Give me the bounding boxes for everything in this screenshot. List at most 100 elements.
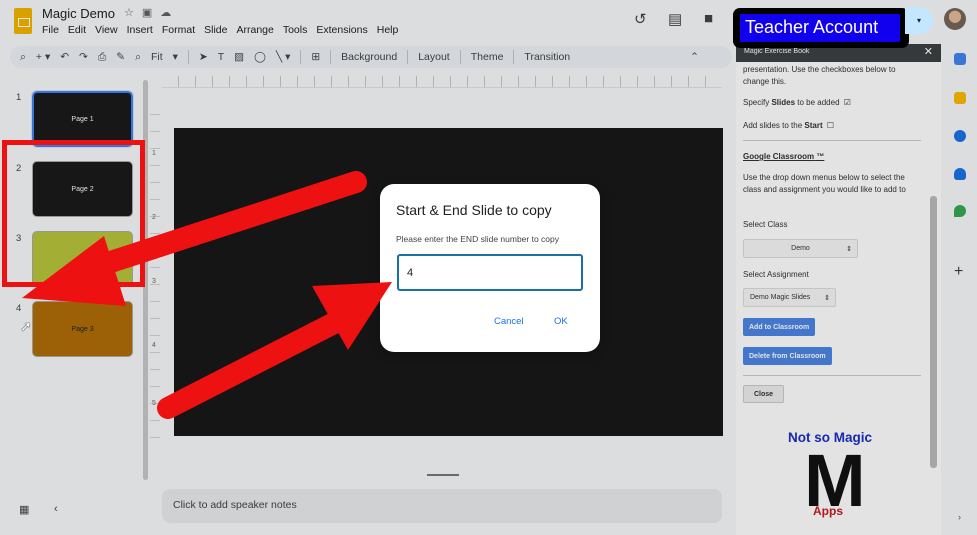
menu-arrange[interactable]: Arrange	[236, 24, 273, 36]
menu-bar: File Edit View Insert Format Slide Arran…	[42, 24, 398, 36]
add-to-classroom-button[interactable]: Add to Classroom	[743, 318, 816, 336]
add-start-row: Add slides to the Start ☐	[743, 120, 834, 132]
video-call-icon[interactable]: ■	[704, 10, 713, 27]
transition-button[interactable]: Transition	[524, 51, 570, 63]
select-class-label: Select Class	[743, 220, 788, 229]
speaker-notes[interactable]: Click to add speaker notes	[162, 489, 722, 523]
new-slide-icon[interactable]: + ▾	[36, 51, 50, 63]
divider	[513, 50, 515, 64]
menu-insert[interactable]: Insert	[127, 24, 153, 36]
ruler-mark: 3	[152, 278, 156, 285]
ruler-mark: 1	[152, 150, 156, 157]
add-addon-icon[interactable]: +	[954, 263, 963, 281]
teacher-account-label: Teacher Account	[740, 14, 900, 42]
specify-suffix: to be added	[795, 98, 840, 107]
history-icon[interactable]: ↺	[634, 10, 647, 28]
close-button[interactable]: Close	[743, 385, 785, 403]
trademark: ™	[814, 152, 825, 161]
close-icon[interactable]: ✕	[924, 45, 933, 58]
collapse-toolbar-icon[interactable]: ⌃	[690, 51, 699, 63]
star-icon[interactable]: ☆	[124, 7, 142, 19]
vertical-ruler	[150, 98, 160, 438]
collapse-panel-icon[interactable]: ‹	[54, 503, 58, 515]
menu-slide[interactable]: Slide	[204, 24, 227, 36]
image-icon[interactable]: ▨	[234, 51, 244, 63]
slides-logo-icon[interactable]	[14, 8, 32, 34]
slide-thumbnail-4[interactable]: Page 3	[32, 301, 133, 357]
dialog-prompt: Please enter the END slide number to cop…	[396, 234, 560, 244]
line-icon[interactable]: ╲ ▾	[276, 51, 291, 63]
divider	[330, 50, 332, 64]
thumbnail-label: Page 3	[71, 325, 94, 333]
select-assignment-dropdown[interactable]: Demo Magic Slides ⇕	[743, 288, 836, 307]
delete-from-classroom-button[interactable]: Delete from Classroom	[743, 347, 832, 365]
select-class-dropdown[interactable]: Demo ⇕	[743, 239, 858, 258]
keep-icon[interactable]	[954, 92, 966, 104]
comment-icon[interactable]: ▤	[668, 10, 682, 28]
tasks-icon[interactable]	[954, 130, 966, 142]
end-slide-input[interactable]	[397, 254, 583, 291]
add-comment-icon[interactable]: ⊞	[311, 51, 320, 63]
zoom-select[interactable]: Fit	[151, 51, 163, 63]
ok-button[interactable]: OK	[554, 316, 568, 327]
ruler-mark: 5	[152, 400, 156, 407]
menu-file[interactable]: File	[42, 24, 59, 36]
classroom-heading: Google Classroom ™	[743, 151, 824, 163]
textbox-icon[interactable]: T	[218, 51, 224, 63]
divider	[743, 375, 921, 376]
layout-button[interactable]: Layout	[418, 51, 450, 63]
expand-rail-icon[interactable]: ›	[958, 512, 961, 522]
toolbar: ⌕ + ▾ ↶ ↷ ⎙ ✎ ⌕ Fit ▾ ➤ T ▨ ◯ ╲ ▾ ⊞ Back…	[10, 46, 732, 68]
updown-icon: ⇕	[824, 294, 830, 302]
paint-format-icon[interactable]: ✎	[116, 51, 125, 63]
undo-icon[interactable]: ↶	[60, 51, 69, 63]
sidebar-title: Magic Exercise Book	[744, 48, 810, 55]
contacts-icon[interactable]	[954, 168, 966, 180]
calendar-icon[interactable]	[954, 53, 966, 65]
divider	[407, 50, 409, 64]
slide-number: 1	[16, 92, 22, 103]
avatar[interactable]	[944, 8, 966, 30]
brand-logo-bottom: Apps	[813, 504, 843, 518]
redo-icon[interactable]: ↷	[79, 51, 88, 63]
zoom-dropdown-icon[interactable]: ▾	[173, 51, 178, 63]
classroom-heading-text: Google Classroom	[743, 152, 815, 161]
search-menus-icon[interactable]: ⌕	[20, 51, 26, 64]
menu-view[interactable]: View	[95, 24, 118, 36]
cancel-button[interactable]: Cancel	[494, 316, 524, 327]
maps-icon[interactable]	[954, 205, 966, 217]
share-dropdown-icon[interactable]: ▾	[905, 7, 933, 34]
divider	[743, 140, 921, 141]
menu-edit[interactable]: Edit	[68, 24, 86, 36]
background-button[interactable]: Background	[341, 51, 397, 63]
menu-format[interactable]: Format	[162, 24, 195, 36]
theme-button[interactable]: Theme	[471, 51, 504, 63]
folder-icon[interactable]: ▣	[142, 7, 160, 19]
select-arrow-icon[interactable]: ➤	[199, 51, 208, 63]
ruler-mark: 4	[152, 342, 156, 349]
print-icon[interactable]: ⎙	[98, 51, 106, 64]
classroom-description: Use the drop down menus below to select …	[743, 173, 906, 194]
updown-icon: ⇕	[846, 245, 852, 253]
specify-slides-row: Specify Slides to be added ☑	[743, 97, 851, 109]
mouse-cursor-icon: ➚	[20, 318, 32, 334]
cloud-icon[interactable]: ☁	[160, 7, 179, 19]
menu-help[interactable]: Help	[377, 24, 399, 36]
document-title[interactable]: Magic Demo	[42, 6, 115, 21]
checkbox-checked-icon[interactable]: ☑	[844, 98, 851, 107]
menu-tools[interactable]: Tools	[283, 24, 308, 36]
checkbox-unchecked-icon[interactable]: ☐	[827, 121, 834, 130]
slide-thumbnail-1[interactable]: Page 1	[31, 90, 134, 148]
slide-number: 4	[16, 303, 22, 314]
notes-resize-handle[interactable]	[427, 474, 459, 476]
add-start-bold: Start	[804, 121, 823, 130]
zoom-icon[interactable]: ⌕	[135, 51, 141, 64]
thumbnail-label: Page 1	[71, 115, 94, 123]
highlight-box	[2, 140, 145, 287]
grid-view-icon[interactable]: ▦	[19, 503, 29, 516]
dialog-title: Start & End Slide to copy	[396, 202, 552, 218]
menu-extensions[interactable]: Extensions	[316, 24, 367, 36]
shape-icon[interactable]: ◯	[254, 51, 266, 63]
title-actions: ☆▣☁	[124, 6, 179, 19]
sidebar-scrollbar[interactable]	[930, 196, 937, 468]
